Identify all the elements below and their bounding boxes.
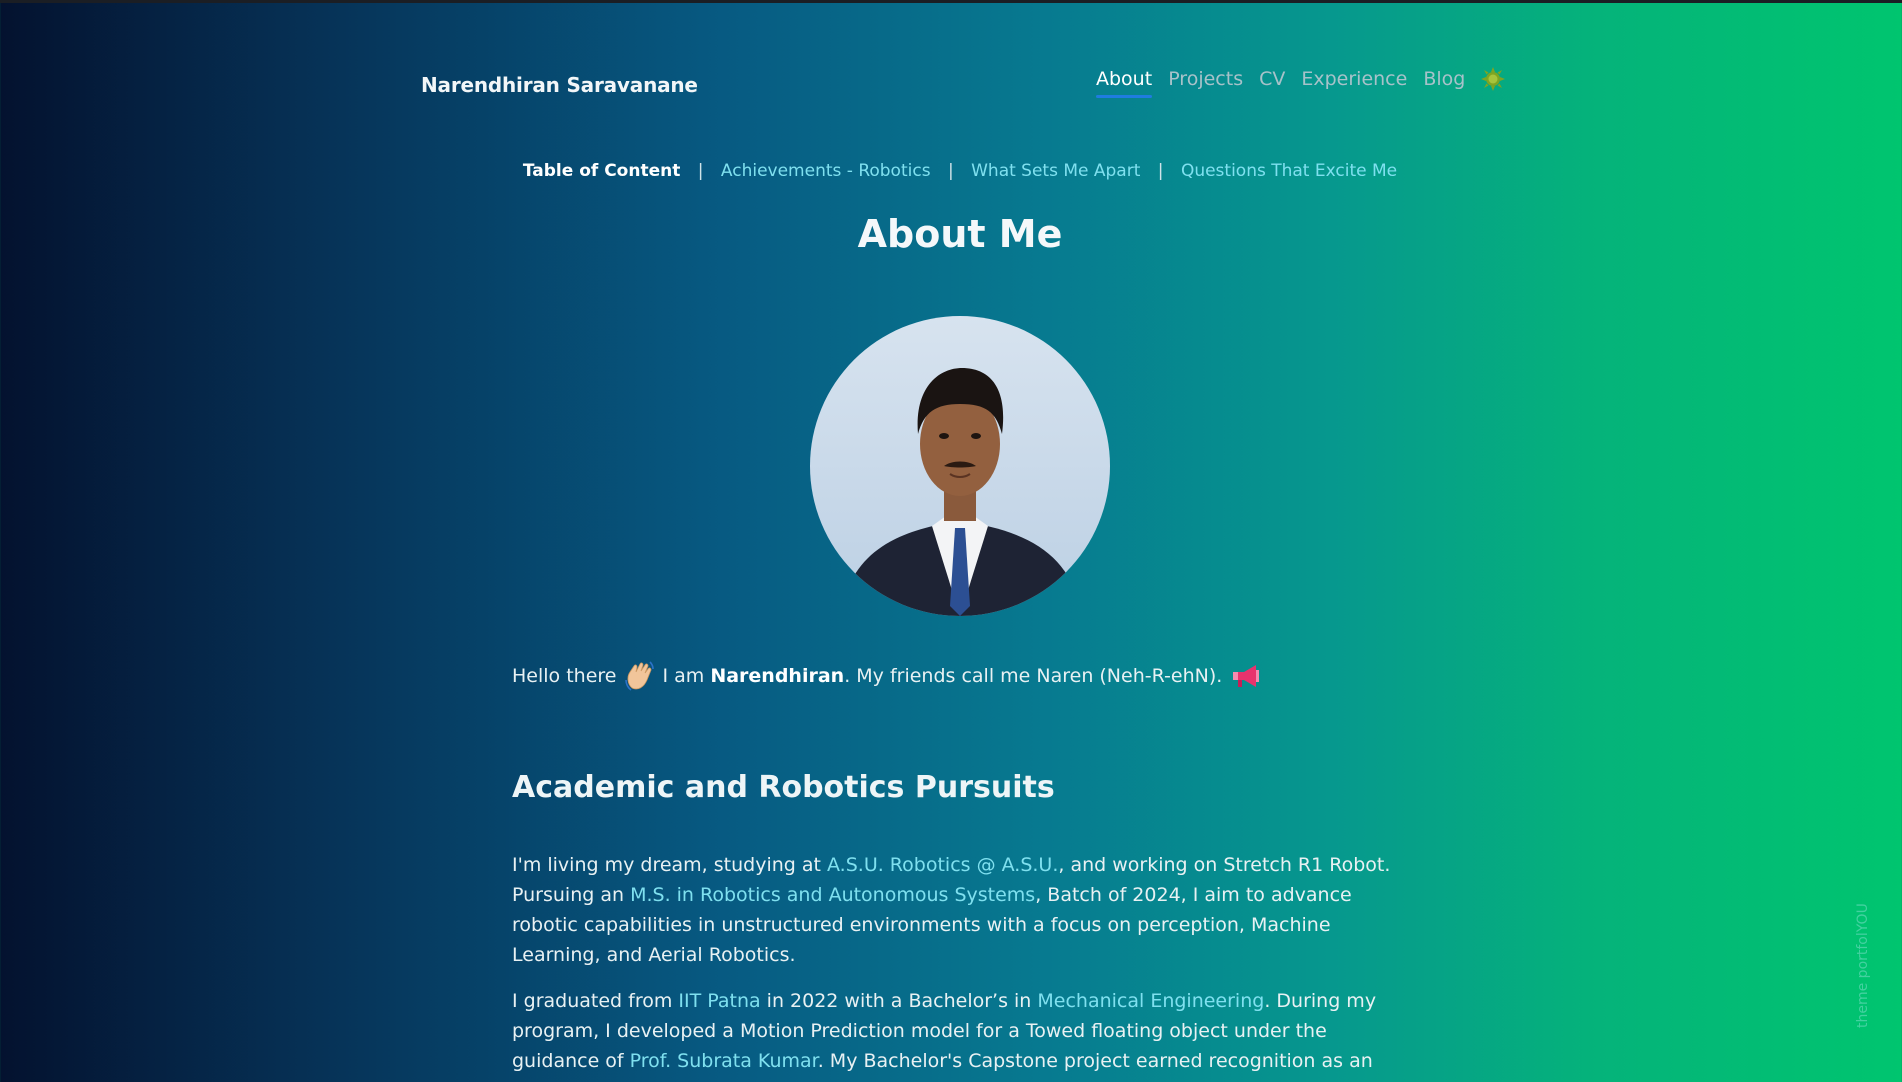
link-asu-robotics[interactable]: A.S.U. Robotics @ A.S.U. bbox=[827, 854, 1058, 876]
nav-experience[interactable]: Experience bbox=[1301, 68, 1407, 90]
profile-photo bbox=[810, 316, 1110, 616]
greeting-line: Hello there I am Narendhiran. My friends… bbox=[512, 660, 1402, 692]
main-nav: About Projects CV Experience Blog bbox=[1096, 67, 1506, 98]
nav-about[interactable]: About bbox=[1096, 68, 1153, 98]
toc-link-achievements[interactable]: Achievements - Robotics bbox=[721, 161, 931, 181]
paragraph-graduation: I graduated from IIT Patna in 2022 with … bbox=[512, 986, 1402, 1082]
greeting-name: Narendhiran bbox=[710, 665, 845, 687]
paragraph-academic: I'm living my dream, studying at A.S.U. … bbox=[512, 850, 1402, 970]
site-brand[interactable]: Narendhiran Saravanane bbox=[421, 73, 698, 97]
nav-projects[interactable]: Projects bbox=[1168, 68, 1243, 90]
about-content: Hello there I am Narendhiran. My friends… bbox=[512, 660, 1402, 1082]
link-mechanical-engineering[interactable]: Mechanical Engineering bbox=[1037, 990, 1264, 1012]
toc-separator: | bbox=[697, 161, 704, 181]
nav-blog[interactable]: Blog bbox=[1423, 68, 1465, 90]
sun-icon[interactable] bbox=[1481, 67, 1506, 91]
para2-text: I graduated from bbox=[512, 990, 679, 1012]
toc-separator: | bbox=[947, 161, 954, 181]
toc-separator: | bbox=[1157, 161, 1164, 181]
theme-credit[interactable]: theme portfolYOU bbox=[1855, 903, 1871, 1028]
para1-text: I'm living my dream, studying at bbox=[512, 854, 828, 876]
toc-title: Table of Content bbox=[522, 161, 681, 181]
greeting-text: Hello there bbox=[512, 665, 617, 687]
greeting-i-am: I am bbox=[662, 665, 705, 687]
table-of-contents: Table of Content | Achievements - Roboti… bbox=[0, 161, 1902, 181]
megaphone-emoji-icon bbox=[1230, 660, 1260, 692]
section-heading: Academic and Robotics Pursuits bbox=[512, 770, 1055, 805]
link-prof-subrata-kumar[interactable]: Prof. Subrata Kumar bbox=[630, 1050, 818, 1072]
waving-hand-emoji-icon bbox=[624, 660, 655, 692]
page-title: About Me bbox=[857, 212, 1063, 256]
para2-text: in 2022 with a Bachelor’s in bbox=[760, 990, 1038, 1012]
toc-link-questions[interactable]: Questions That Excite Me bbox=[1181, 161, 1397, 181]
toc-link-what-sets-me-apart[interactable]: What Sets Me Apart bbox=[971, 161, 1140, 181]
link-ms-robotics[interactable]: M.S. in Robotics and Autonomous Systems bbox=[630, 884, 1035, 906]
link-iit-patna[interactable]: IIT Patna bbox=[678, 990, 760, 1012]
greeting-after: . My friends call me Naren (Neh-R-ehN). bbox=[844, 665, 1223, 687]
nav-cv[interactable]: CV bbox=[1259, 68, 1285, 90]
top-border bbox=[0, 0, 1902, 3]
